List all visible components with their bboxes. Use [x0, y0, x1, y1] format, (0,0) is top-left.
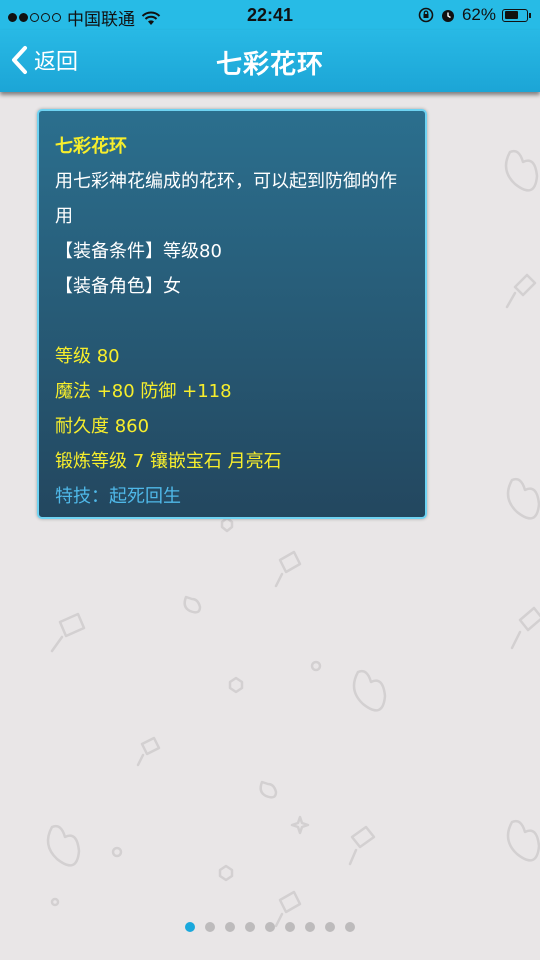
hammer-icon	[274, 550, 302, 588]
page-title: 七彩花环	[215, 50, 324, 80]
page-dot[interactable]	[205, 922, 215, 932]
page-dot[interactable]	[305, 922, 315, 932]
page-dot[interactable]	[265, 922, 275, 932]
bowl-icon	[259, 780, 278, 799]
alarm-icon	[441, 10, 454, 22]
hammer-icon	[136, 736, 161, 767]
bowl-icon	[46, 824, 81, 867]
hammer-icon	[348, 825, 376, 866]
page-dot[interactable]	[185, 922, 195, 932]
battery-icon	[502, 8, 531, 22]
hammer-icon	[50, 612, 86, 653]
page-dot[interactable]	[345, 922, 355, 932]
hammer-icon	[510, 606, 540, 650]
bowl-icon	[506, 819, 540, 862]
item-skill: 特技：起死回生	[55, 486, 181, 507]
item-level: 等级 80	[55, 346, 120, 367]
bowl-icon	[504, 149, 539, 192]
navigation-bar: 返回 七彩花环	[0, 30, 540, 92]
item-durability: 耐久度 860	[55, 416, 150, 437]
battery-percent: 62%	[461, 5, 496, 24]
page-dot[interactable]	[245, 922, 255, 932]
item-name: 七彩花环	[55, 136, 127, 157]
item-tooltip-card: 七彩花环 用七彩神花编成的花环，可以起到防御的作用 【装备条件】等级80 【装备…	[37, 109, 427, 519]
page-indicator[interactable]	[0, 922, 540, 932]
item-role: 【装备角色】女	[55, 276, 181, 297]
page-dot[interactable]	[225, 922, 235, 932]
item-forge: 锻炼等级 7 镶嵌宝石 月亮石	[55, 451, 282, 472]
page-dot[interactable]	[325, 922, 335, 932]
rotation-lock-icon	[418, 7, 434, 23]
bowl-icon	[183, 595, 202, 614]
hammer-icon	[505, 273, 537, 309]
bowl-icon	[506, 477, 540, 520]
item-description: 用七彩神花编成的花环，可以起到防御的作用	[55, 171, 397, 227]
item-requirement: 【装备条件】等级80	[55, 241, 222, 262]
item-stats: 魔法 +80 防御 +118	[55, 381, 232, 402]
hammer-icon	[274, 890, 302, 928]
page-dot[interactable]	[285, 922, 295, 932]
status-right: 62%	[418, 5, 531, 25]
status-bar: 中国联通 22:41 62%	[0, 0, 540, 30]
bowl-icon	[352, 669, 387, 712]
